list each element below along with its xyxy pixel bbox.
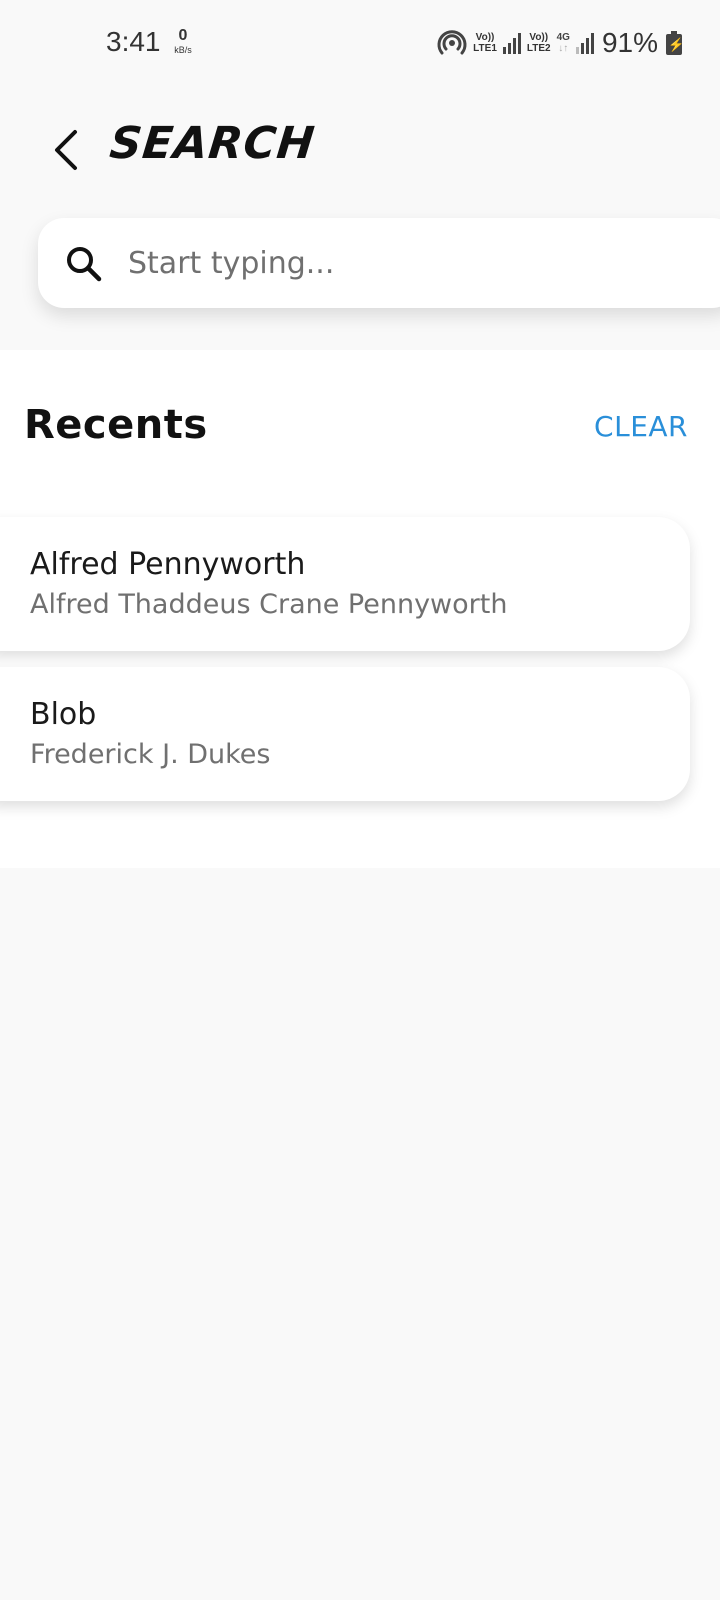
clear-recents-button[interactable]: CLEAR bbox=[594, 410, 688, 443]
network-type-indicator: 4G ↓↑ bbox=[557, 32, 570, 54]
recent-item[interactable]: Alfred Pennyworth Alfred Thaddeus Crane … bbox=[0, 517, 690, 651]
recent-list: Alfred Pennyworth Alfred Thaddeus Crane … bbox=[0, 517, 720, 817]
recents-panel: Recents CLEAR Alfred Pennyworth Alfred T… bbox=[0, 350, 720, 868]
network-speed-unit: kB/s bbox=[174, 45, 192, 55]
recent-item[interactable]: Blob Frederick J. Dukes bbox=[0, 667, 690, 801]
network-speed: 0 kB/s bbox=[170, 28, 196, 55]
page-title: SEARCH bbox=[107, 118, 318, 169]
signal-strength-icon bbox=[575, 32, 594, 54]
recent-item-full-name: Frederick J. Dukes bbox=[30, 739, 271, 770]
volte-lte1-indicator: Vo)) LTE1 bbox=[473, 32, 497, 54]
signal-strength-icon bbox=[502, 32, 521, 54]
volte1-label: Vo)) bbox=[475, 32, 495, 43]
recent-item-name: Blob bbox=[30, 697, 97, 732]
recent-item-name: Alfred Pennyworth bbox=[30, 547, 306, 582]
recents-heading: Recents bbox=[24, 402, 208, 448]
network-speed-value: 0 bbox=[178, 27, 188, 44]
back-arrow-icon bbox=[55, 130, 77, 170]
battery-charging-icon: ⚡ bbox=[666, 31, 684, 55]
battery-percentage: 91% bbox=[601, 27, 658, 58]
search-input[interactable] bbox=[126, 234, 690, 292]
lte1-label: LTE1 bbox=[473, 43, 497, 54]
data-activity-icon: ↓↑ bbox=[558, 43, 569, 54]
status-bar: 3:41 0 kB/s Vo)) LTE1 Vo)) LTE2 4G ↓↑ 91… bbox=[0, 0, 720, 90]
status-icons: Vo)) LTE1 Vo)) LTE2 4G ↓↑ 91% ⚡ bbox=[437, 26, 684, 60]
network-type-label: 4G bbox=[556, 32, 570, 43]
volte-lte2-indicator: Vo)) LTE2 bbox=[527, 32, 551, 54]
hotspot-icon bbox=[437, 30, 467, 55]
search-icon bbox=[67, 247, 102, 282]
search-bar[interactable] bbox=[38, 218, 720, 308]
back-button[interactable] bbox=[44, 122, 88, 178]
status-time: 3:41 bbox=[106, 26, 161, 57]
volte2-label: Vo)) bbox=[529, 32, 549, 43]
lte2-label: LTE2 bbox=[526, 43, 551, 54]
recent-item-full-name: Alfred Thaddeus Crane Pennyworth bbox=[30, 589, 508, 620]
